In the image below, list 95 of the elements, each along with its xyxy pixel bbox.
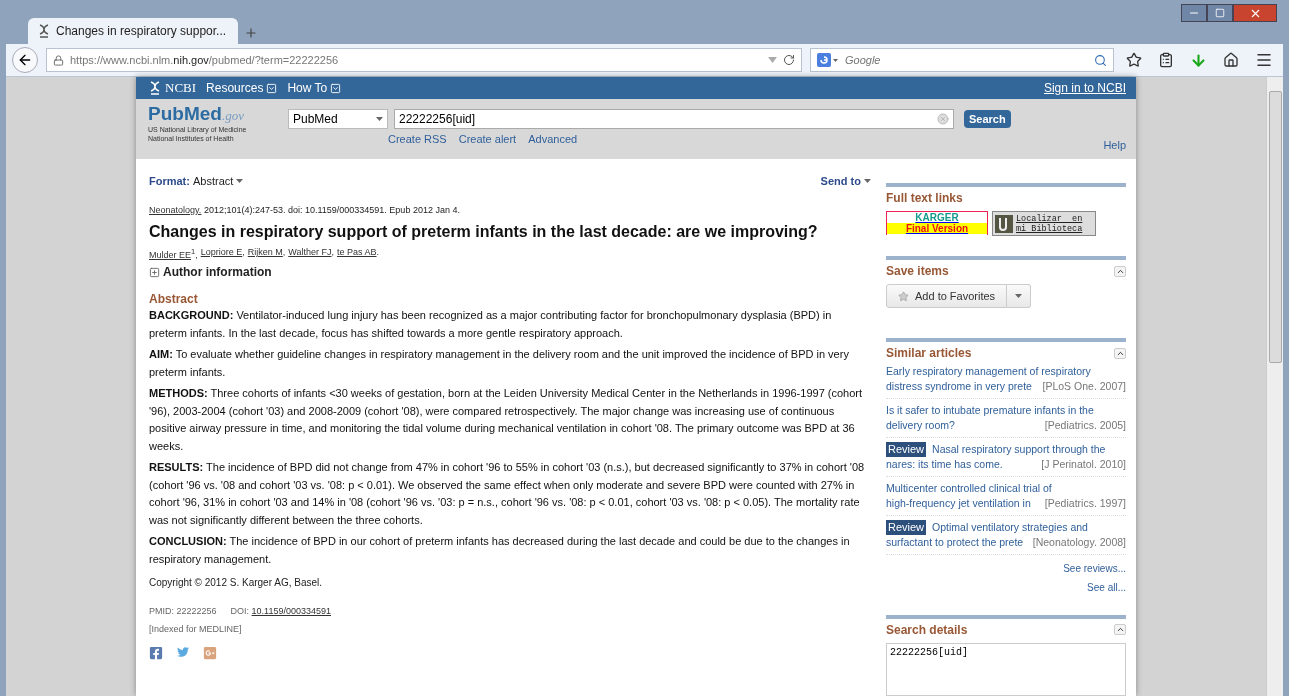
address-bar[interactable]: https://www.ncbi.nlm.nih.gov/pubmed/?term=22222256 xyxy=(46,48,802,72)
pmid: PMID: 22222256 xyxy=(149,606,217,616)
similar-article-link[interactable]: Optimal ventilatory strategies and xyxy=(932,520,1088,535)
search-details-field[interactable]: 22222256[uid] xyxy=(886,642,1126,696)
ncbi-logo[interactable]: NCBI xyxy=(148,80,197,96)
abstract-paragraph: BACKGROUND: Ventilator-induced lung injury has been recognized as a major contributing factor for bronchopulmonary dysplasia (BPD) in preterm infants. In the last decade, focus has shifted towards a more gentle respiratory approach. xyxy=(149,308,833,341)
web-search-field[interactable]: Google xyxy=(843,53,1090,67)
search-field[interactable]: 22222256[uid] xyxy=(394,109,954,129)
header-link[interactable]: Advanced xyxy=(528,133,578,145)
section-heading: Similar articles xyxy=(886,346,972,360)
caret-icon xyxy=(376,117,383,121)
abstract-paragraph: AIM: To evaluate whether guideline changes in respiratory management in the delivery room and the unit improved the incidence of BPD in very preterm infants. xyxy=(149,347,850,380)
format-menu[interactable]: Format: Abstract xyxy=(149,175,244,187)
journal-link[interactable]: Neonatology. xyxy=(149,205,202,215)
section-heading: Search details xyxy=(886,622,968,637)
review-badge: Review xyxy=(886,442,927,457)
close-button[interactable] xyxy=(1233,4,1277,22)
similar-article-link[interactable]: Nasal respiratory support through the xyxy=(932,442,1106,457)
caret-icon xyxy=(236,179,244,183)
section-heading: Save items xyxy=(886,264,949,278)
header-link[interactable]: Create RSS xyxy=(388,133,447,145)
plus-icon xyxy=(149,266,160,278)
author-entry: Mulder EE$^{1}$, xyxy=(149,247,198,260)
article-source: [Pediatrics. 1997] xyxy=(1044,496,1126,511)
library-logo-icon xyxy=(995,214,1013,233)
help-link[interactable]: Help xyxy=(1103,139,1126,151)
author-entry: Walther FJ, xyxy=(288,247,334,259)
send-to-menu[interactable]: Send to xyxy=(820,175,871,187)
article-source: [PLoS One. 2007] xyxy=(1042,379,1126,394)
similar-article-link[interactable]: delivery room? xyxy=(886,418,955,433)
similar-article-link[interactable]: surfactant to protect the prete xyxy=(886,535,1024,550)
search-button[interactable]: Search xyxy=(964,110,1011,128)
pubmed-logo[interactable]: PubMed.gov xyxy=(148,103,268,125)
author-link[interactable]: te Pas AB xyxy=(337,247,377,257)
search-icon[interactable] xyxy=(1094,53,1107,67)
copyright: Copyright © 2012 S. Karger AG, Basel. xyxy=(149,577,323,588)
library-link[interactable]: Localizar en mi Biblioteca xyxy=(992,211,1096,236)
doi-label: DOI: xyxy=(230,606,251,616)
article-source: [Pediatrics. 2005] xyxy=(1044,418,1126,433)
article-source: [Neonatology. 2008] xyxy=(1032,535,1126,550)
nav-menu-link[interactable]: Resources xyxy=(206,81,278,95)
article-source: [J Perinatol. 2010] xyxy=(1041,457,1126,472)
similar-article-link[interactable]: Multicenter controlled clinical trial of xyxy=(886,481,1052,496)
helix-icon xyxy=(38,24,50,38)
star-icon xyxy=(898,290,909,302)
dropdown-icon xyxy=(330,82,342,94)
similar-article-link[interactable]: nares: its time has come. xyxy=(886,457,1003,472)
section-heading: Full text links xyxy=(886,191,963,205)
browser-tab[interactable]: Changes in respiratory suppor... xyxy=(28,18,238,44)
favorites-dropdown-button[interactable] xyxy=(1007,284,1032,308)
back-button[interactable] xyxy=(12,47,38,73)
web-search-box[interactable]: Google xyxy=(810,48,1114,72)
caret-icon xyxy=(1015,294,1023,298)
doi-link[interactable]: 10.1159/000334591 xyxy=(251,606,331,616)
author-entry: Rijken M, xyxy=(247,247,286,259)
collapse-button[interactable] xyxy=(1114,347,1126,359)
publisher-link[interactable]: KARGER Final Version xyxy=(886,211,988,235)
scrollbar[interactable] xyxy=(1266,77,1283,696)
plus-icon xyxy=(244,26,258,40)
dropdown-icon xyxy=(266,82,278,94)
indexed-note: [Indexed for MEDLINE] xyxy=(149,624,242,634)
abstract-paragraph: METHODS: Three cohorts of infants <30 weeks of gestation, born at the Leiden University Medical Center in the Netherlands in 1996-1997 (cohort '96), 2003-2004 (cohort '03) and 2008-2009 (cohort '08), were compared retrospectively. The major change was increasing use of continuous positive airway pressure in time, and monitoring the tidal volume during mechanical ventilation in cohort '08. The primary outcome was BPD at 36 weeks. xyxy=(149,386,864,454)
header-link[interactable]: Create alert xyxy=(458,133,517,145)
similar-article-link[interactable]: Is it safer to intubate premature infants in the xyxy=(886,403,1094,418)
similar-article-link[interactable]: distress syndrome in very prete xyxy=(886,379,1032,394)
reload-icon[interactable] xyxy=(783,54,795,66)
review-badge: Review xyxy=(886,520,927,535)
collapse-button[interactable] xyxy=(1114,265,1126,277)
article-title: Changes in respiratory support of preterm infants in the last decade: are we improving? xyxy=(149,223,819,241)
minimize-button[interactable] xyxy=(1181,4,1207,22)
author-information-toggle[interactable]: Author information xyxy=(149,265,871,279)
search-engine-icon[interactable] xyxy=(817,53,839,67)
facebook-icon[interactable] xyxy=(149,646,163,660)
maximize-icon xyxy=(1215,8,1225,18)
author-entry: te Pas AB. xyxy=(337,247,380,259)
abstract-paragraph: RESULTS: The incidence of BPD did not change from 47% in cohort '96 to 55% in cohort '03 (n.s.), but decreased significantly to 37% in cohort '08 (cohort '96 vs. '08 and cohort '03 vs. '08: p < 0.01). We observed the same effect when only moderate and severe BPD were counted with 27% in cohort '96, 31% in cohort '03 and 14% in '08 (cohort '96 vs. '03: p = n.s., cohort '96 vs. '08: p < 0.01, cohort '03 vs. '08: p < 0.05). The mortality rate was not significantly different between the three cohorts. xyxy=(149,460,866,528)
see-all-link[interactable]: See all... xyxy=(1087,582,1126,593)
caret-icon xyxy=(864,179,871,183)
see-reviews-link[interactable]: See reviews... xyxy=(1063,563,1126,574)
author-entry: Lopriore E, xyxy=(200,247,245,259)
sign-in-link[interactable]: Sign in to NCBI xyxy=(1043,81,1126,95)
database-select[interactable]: PubMed xyxy=(288,109,388,129)
similar-article-link[interactable]: high-frequency jet ventilation in xyxy=(886,496,1031,511)
add-to-favorites-button[interactable]: Add to Favorites xyxy=(886,284,1008,308)
author-link[interactable]: Rijken M xyxy=(247,247,283,257)
nav-menu-link[interactable]: How To xyxy=(287,81,342,95)
abstract-paragraph: CONCLUSION: The incidence of BPD in our cohort of preterm infants has decreased during the last decade and could be due to the changes in respiratory management. xyxy=(149,534,851,567)
abstract-heading: Abstract xyxy=(149,292,199,306)
twitter-icon[interactable] xyxy=(177,646,189,658)
lock-icon xyxy=(53,54,64,66)
similar-article-link[interactable]: Early respiratory management of respiratory xyxy=(886,364,1091,379)
maximize-button[interactable] xyxy=(1207,4,1233,22)
citation: Neonatology. 2012;101(4):247-53. doi: 10.1159/000334591. Epub 2012 Jan 4. xyxy=(149,205,461,215)
collapse-button[interactable] xyxy=(1114,624,1126,636)
author-link[interactable]: Mulder EE xyxy=(149,250,192,260)
